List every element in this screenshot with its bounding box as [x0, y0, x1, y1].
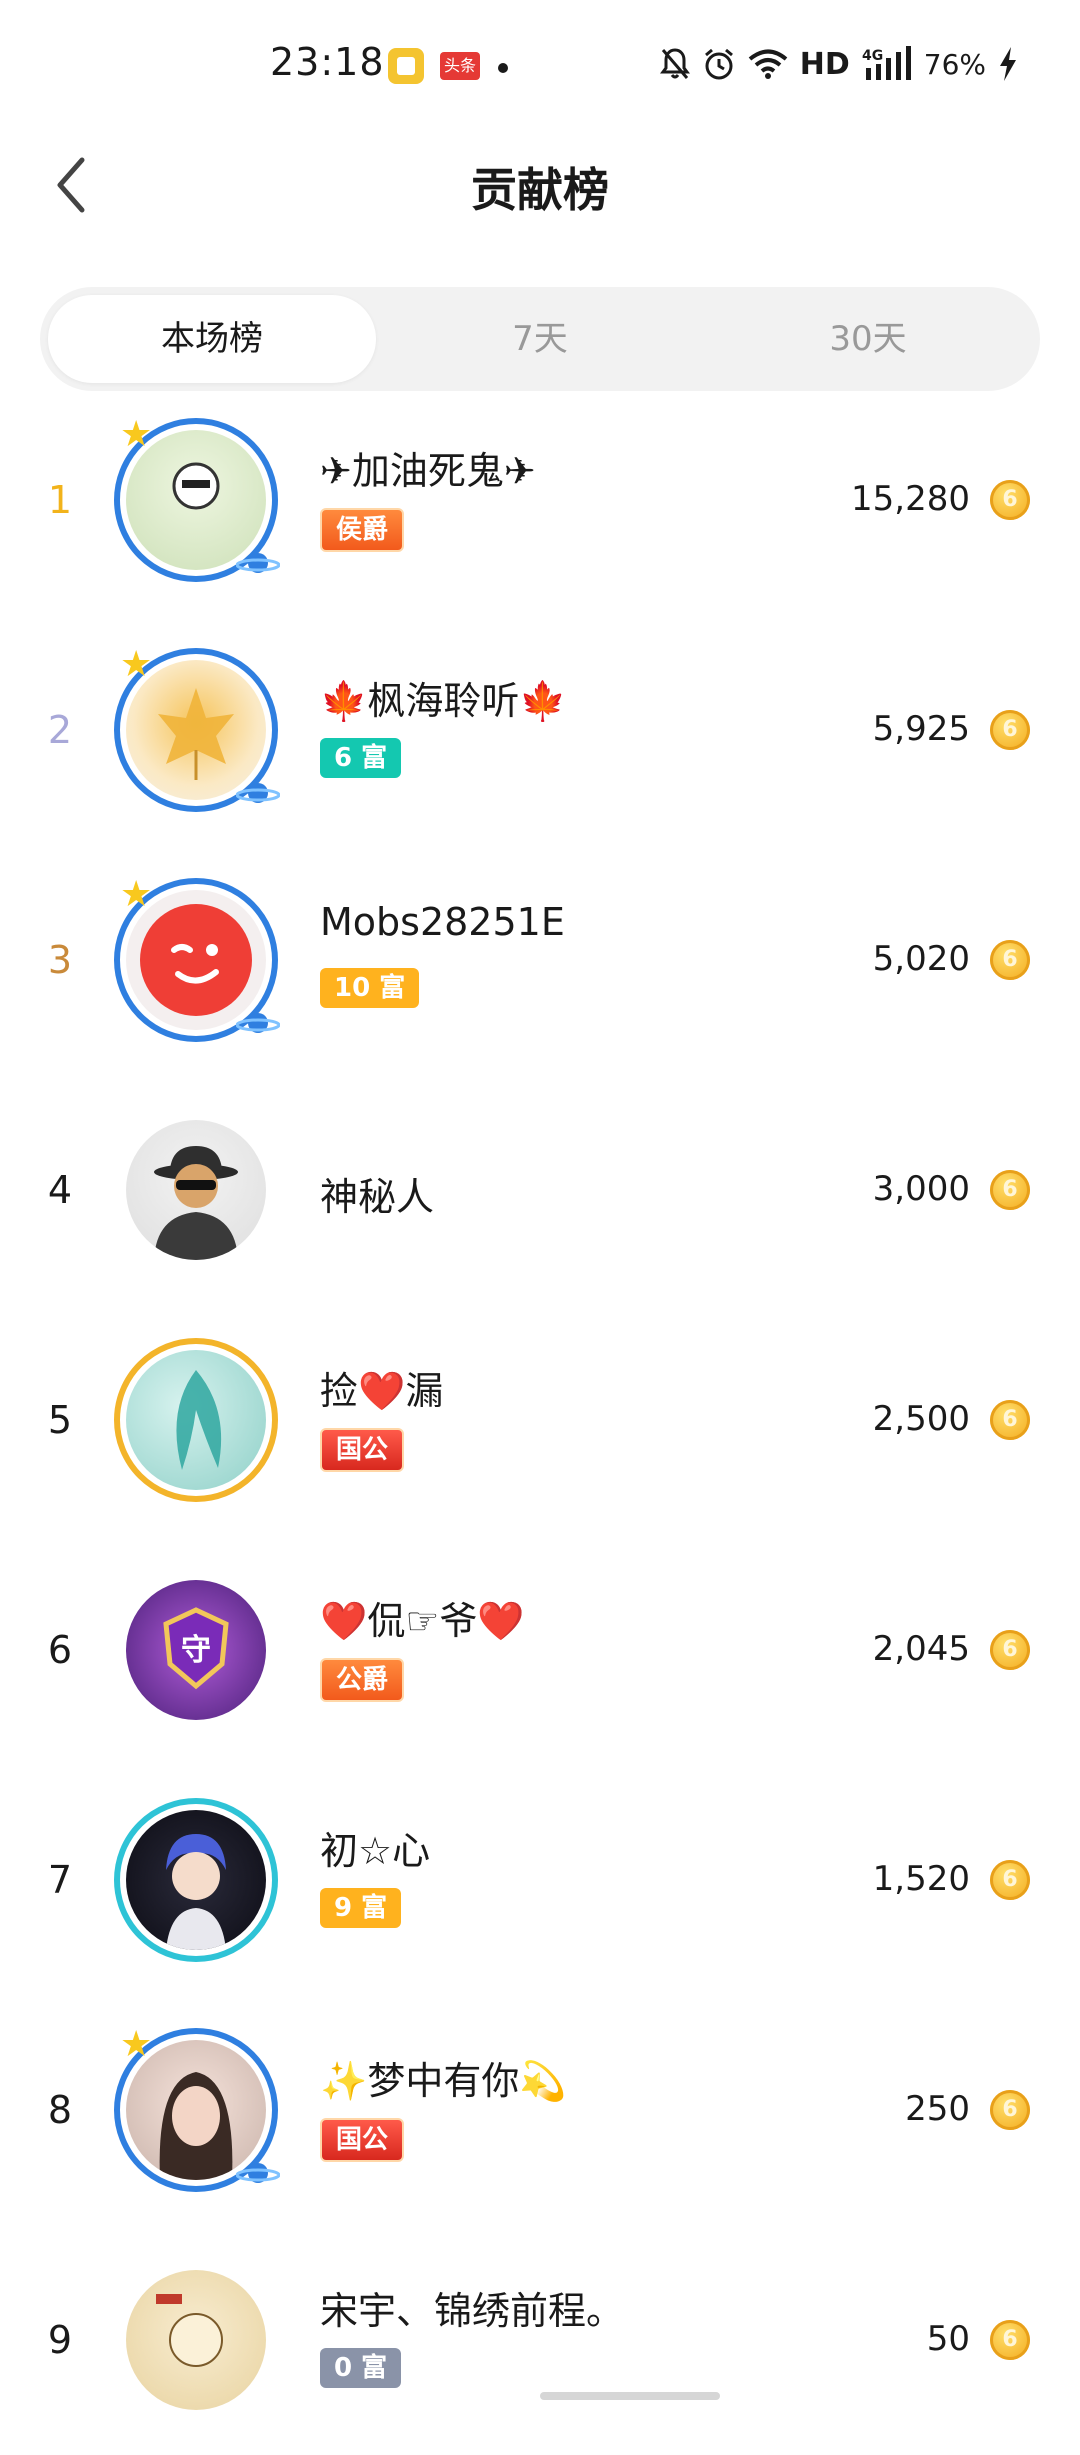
- user-level-badge: 0 富: [320, 2348, 402, 2388]
- user-avatar[interactable]: ★: [108, 412, 284, 588]
- mute-bell-icon: [659, 48, 690, 79]
- frame-star-icon: ★: [120, 874, 153, 915]
- tab-current-show[interactable]: 本场榜: [48, 295, 376, 383]
- toutiao-notification-icon: 头条: [440, 52, 480, 80]
- user-avatar[interactable]: [108, 1332, 284, 1508]
- ranking-row[interactable]: 6 守 ❤️侃☞爷❤️ 公爵 2,045: [0, 1535, 1080, 1765]
- alarm-icon: [704, 48, 733, 80]
- ranking-row[interactable]: 7 初☆心 9 富 1,520: [0, 1765, 1080, 1995]
- user-level-badge: 国公: [320, 2118, 405, 2162]
- ranking-row[interactable]: 1 ★ ✈加油死鬼✈ 侯爵 15,280: [0, 385, 1080, 615]
- wifi-icon: [748, 49, 788, 79]
- tab-7-days[interactable]: 7天: [376, 295, 704, 383]
- coin-icon: [990, 1170, 1030, 1210]
- seal-artwork-icon: [156, 2294, 223, 2367]
- coin-icon: [990, 1860, 1030, 1900]
- user-name: ❤️侃☞爷❤️: [320, 1599, 525, 1643]
- contribution-score: 50: [926, 2319, 970, 2359]
- user-level-badge: 公爵: [320, 1658, 405, 1702]
- user-name: 初☆心: [320, 1829, 431, 1873]
- rank-number: 7: [47, 1858, 73, 1902]
- user-name: 捡❤️漏: [320, 1369, 444, 1413]
- rank-number: 4: [47, 1168, 73, 1212]
- user-level-badge: 9 富: [320, 1888, 402, 1928]
- svg-text:4G: 4G: [862, 48, 883, 64]
- user-avatar[interactable]: [108, 1792, 284, 1968]
- tiger-avatar-frame: [114, 1338, 278, 1502]
- rank-number: 8: [47, 2088, 73, 2132]
- rank-number: 9: [47, 2318, 73, 2362]
- user-name: 神秘人: [320, 1175, 435, 1219]
- ranking-row[interactable]: 3 ★ Mobs28251E 10 富 5,020: [0, 845, 1080, 1075]
- user-level-badge: 国公: [320, 1428, 405, 1472]
- contribution-score: 250: [905, 2089, 970, 2129]
- coin-icon: [990, 2320, 1030, 2360]
- signal-4g-icon: 4G: [862, 46, 911, 80]
- status-icons: HD 4G 76%: [659, 40, 1018, 88]
- contribution-score: 2,045: [872, 1629, 970, 1669]
- frame-planet-icon: [236, 1013, 280, 1033]
- tab-30-days[interactable]: 30天: [704, 295, 1032, 383]
- user-name: 🍁枫海聆听🍁: [320, 679, 567, 723]
- contribution-score: 2,500: [872, 1399, 970, 1439]
- avatar-image: [126, 1120, 266, 1260]
- coin-icon: [990, 940, 1030, 980]
- user-avatar[interactable]: ★: [108, 2022, 284, 2198]
- frame-star-icon: ★: [120, 644, 153, 685]
- coin-icon: [990, 2090, 1030, 2130]
- coin-icon: [990, 1630, 1030, 1670]
- status-bar: 23:18 头条 HD 4G 76%: [0, 0, 1080, 120]
- user-avatar[interactable]: 守: [108, 1562, 284, 1738]
- battery-percent: 76%: [923, 47, 986, 81]
- ranking-row[interactable]: 5 捡❤️漏国公 2,500: [0, 1305, 1080, 1535]
- frame-planet-icon: [236, 553, 280, 573]
- scroll-indicator: [540, 2392, 720, 2400]
- notification-app-icon: [388, 48, 424, 84]
- rank-number: 3: [47, 938, 73, 982]
- ranking-row[interactable]: 8 ★ ✨梦中有你💫 国公 250: [0, 1995, 1080, 2225]
- guardian-shield-icon: 守: [163, 1607, 229, 1690]
- rank-number: 6: [47, 1628, 73, 1672]
- avatar-image: [126, 2270, 266, 2410]
- contribution-score: 3,000: [872, 1169, 970, 1209]
- coin-icon: [990, 1400, 1030, 1440]
- rank-number: 1: [47, 478, 73, 522]
- user-name: 宋宇、锦绣前程。: [320, 2289, 625, 2333]
- coin-icon: [990, 710, 1030, 750]
- contribution-score: 5,020: [872, 939, 970, 979]
- coin-icon: [990, 480, 1030, 520]
- contribution-score: 5,925: [872, 709, 970, 749]
- ranking-row[interactable]: 9 宋宇、锦绣前程。 0 富 50: [0, 2225, 1080, 2455]
- ranking-row[interactable]: 4 神秘人 3,000: [0, 1075, 1080, 1305]
- rank-number: 5: [47, 1398, 73, 1442]
- user-name: ✈加油死鬼✈: [320, 449, 536, 493]
- user-level-badge: 6 富: [320, 738, 402, 778]
- charging-bolt-icon: [1000, 47, 1016, 81]
- teal-avatar-frame: [114, 1798, 278, 1962]
- more-notifications-dot-icon: [498, 63, 508, 73]
- user-avatar[interactable]: ★: [108, 642, 284, 818]
- svg-text:守: 守: [181, 1633, 211, 1668]
- frame-planet-icon: [236, 783, 280, 803]
- user-name: Mobs28251E: [320, 900, 565, 944]
- user-avatar[interactable]: [108, 2252, 284, 2428]
- status-time: 23:18: [270, 40, 385, 84]
- frame-star-icon: ★: [120, 2024, 153, 2065]
- user-avatar[interactable]: ★: [108, 872, 284, 1048]
- period-tabs: 本场榜 7天 30天: [40, 287, 1040, 391]
- mystery-person-icon: [154, 1146, 238, 1260]
- frame-star-icon: ★: [120, 414, 153, 455]
- user-avatar[interactable]: [108, 1102, 284, 1278]
- avatar-image: 守: [126, 1580, 266, 1720]
- contribution-score: 1,520: [872, 1859, 970, 1899]
- hd-indicator: HD: [799, 46, 850, 82]
- user-name: ✨梦中有你💫: [320, 2059, 567, 2103]
- rank-number: 2: [47, 708, 73, 752]
- user-level-badge: 侯爵: [320, 508, 405, 552]
- frame-planet-icon: [236, 2163, 280, 2183]
- user-level-badge: 10 富: [320, 968, 420, 1008]
- contribution-score: 15,280: [851, 479, 970, 519]
- ranking-row[interactable]: 2 ★ 🍁枫海聆听🍁 6 富 5,925: [0, 615, 1080, 845]
- page-title: 贡献榜: [471, 163, 609, 217]
